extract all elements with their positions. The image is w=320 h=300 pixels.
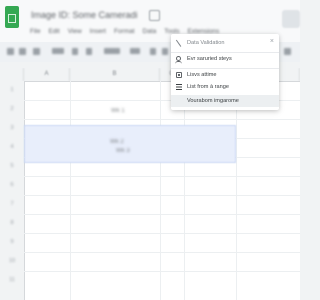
row-header[interactable]: 1 (0, 81, 24, 100)
grid-line (24, 119, 300, 120)
more-icon[interactable] (284, 48, 291, 55)
grid-line (24, 195, 300, 196)
menu-insert[interactable]: Insert (90, 27, 106, 37)
cell-value[interactable]: Wk 3 (116, 148, 130, 154)
dropdown-item-label: Vourabom imgarome (187, 98, 239, 104)
cell-value[interactable]: Wk 1 (111, 108, 125, 114)
menu-view[interactable]: View (68, 27, 82, 37)
chips-icon (176, 72, 182, 78)
column-header[interactable]: A (24, 68, 70, 81)
data-validation-dropdown: × Data Validation Evr saruried steys Lis… (171, 34, 279, 110)
list-icon (176, 84, 182, 90)
menu-format[interactable]: Format (114, 27, 135, 37)
column-header[interactable]: B (70, 68, 160, 81)
row-header[interactable]: 4 (0, 138, 24, 157)
row-header[interactable]: 7 (0, 195, 24, 214)
menu-file[interactable]: File (30, 27, 40, 37)
grid-line (24, 214, 300, 215)
font-size-select[interactable] (130, 48, 140, 54)
bold-icon[interactable] (150, 48, 156, 55)
grid-line (24, 176, 300, 177)
dropdown-item-label: Lisvs attime (187, 72, 217, 78)
grid-line (160, 81, 161, 300)
row-header[interactable]: 10 (0, 252, 24, 271)
dropdown-item-list-items[interactable]: Lisvs attime (171, 68, 279, 81)
font-select[interactable] (104, 48, 120, 54)
row-header[interactable]: 3 (0, 119, 24, 138)
dropdown-item-list-from-range[interactable]: List from à range (171, 81, 279, 93)
row-header[interactable]: 5 (0, 157, 24, 176)
grid-line (236, 81, 237, 300)
select-all-corner[interactable] (0, 68, 24, 81)
dropdown-item-label: List from à range (187, 84, 229, 90)
sheets-logo-icon[interactable] (5, 6, 19, 28)
row-header[interactable]: 8 (0, 214, 24, 233)
menu-edit[interactable]: Edit (48, 27, 59, 37)
dropdown-item-hovered[interactable]: Vourabom imgarome (171, 95, 279, 107)
document-title[interactable]: Image ID: Some Cameradi (31, 9, 143, 21)
redo-icon[interactable] (19, 48, 26, 55)
grid-line (24, 271, 300, 272)
selected-range[interactable] (24, 125, 236, 163)
cell-value[interactable]: Wk 2 (110, 139, 124, 145)
zoom-select[interactable] (52, 48, 64, 54)
print-icon[interactable] (33, 48, 40, 55)
slash-icon (175, 39, 183, 47)
dropdown-item-saved-steps[interactable]: Evr saruried steys (171, 52, 279, 65)
grid-line (70, 81, 71, 300)
menu-data[interactable]: Data (143, 27, 157, 37)
row-header[interactable]: 6 (0, 176, 24, 195)
italic-icon[interactable] (162, 48, 168, 55)
undo-icon[interactable] (7, 48, 14, 55)
row-header[interactable]: 2 (0, 100, 24, 119)
row-header[interactable]: 11 (0, 271, 24, 290)
currency-icon[interactable] (72, 48, 78, 55)
row-header[interactable]: 9 (0, 233, 24, 252)
dropdown-item-data-validation[interactable]: Data Validation (171, 37, 279, 49)
grid-line (24, 252, 300, 253)
grid-line (184, 81, 185, 300)
grid-line (24, 233, 300, 234)
dropdown-item-label: Data Validation (187, 40, 225, 46)
star-icon[interactable] (149, 10, 160, 21)
share-button[interactable] (282, 10, 300, 28)
person-icon (175, 56, 182, 62)
row-header-column: 1 2 3 4 5 6 7 8 9 10 11 (0, 81, 25, 300)
percent-icon[interactable] (86, 48, 92, 55)
dropdown-item-label: Evr saruried steys (187, 56, 232, 62)
